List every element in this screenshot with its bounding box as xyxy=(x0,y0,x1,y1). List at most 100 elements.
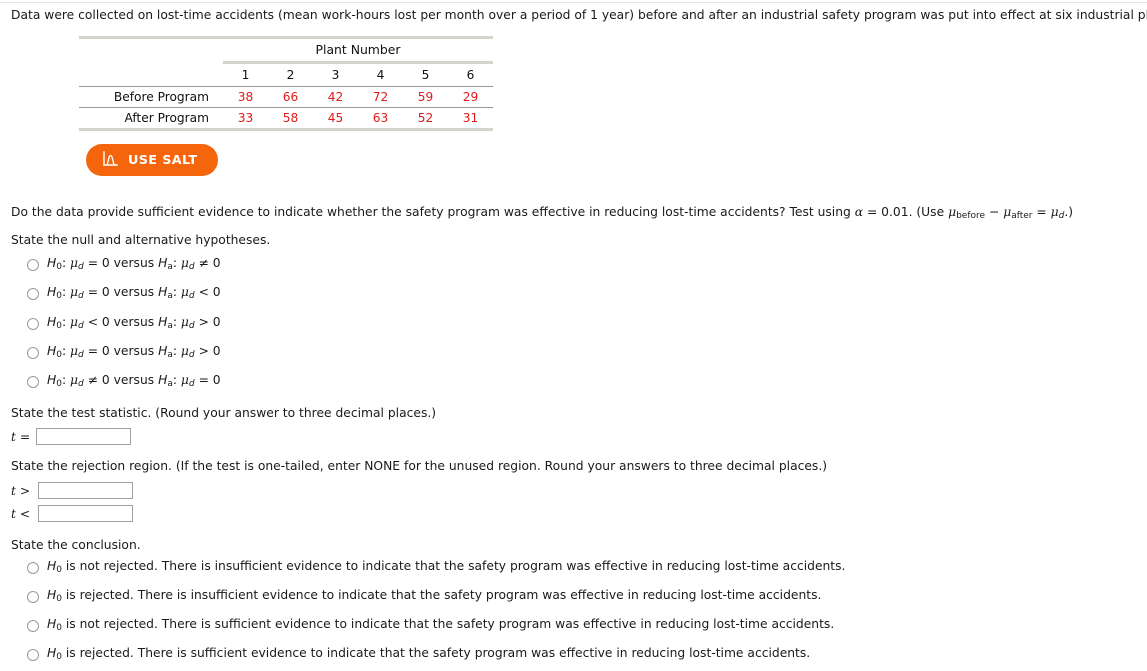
mu-subscript: d xyxy=(188,291,195,301)
test-statistic-answer-row: t = xyxy=(11,428,132,445)
hypothesis-option-4[interactable]: H0: μd = 0 versus Ha: μd > 0 xyxy=(27,344,221,362)
conclusion-option-2[interactable]: H0 is rejected. There is insufficient ev… xyxy=(27,588,821,606)
equals-symbol: = xyxy=(19,429,31,444)
mu-subscript: d xyxy=(188,321,195,331)
row-label-after-program: After Program xyxy=(79,107,223,131)
t-symbol: t xyxy=(11,506,16,521)
column-header-5: 5 xyxy=(421,68,430,82)
minus-symbol: − xyxy=(988,205,1000,219)
conclusion-option-4[interactable]: H0 is rejected. There is sufficient evid… xyxy=(27,646,810,664)
mu-subscript: d xyxy=(78,291,84,301)
cell-after-2: 58 xyxy=(268,107,313,131)
ha-symbol: H xyxy=(158,256,168,270)
mu-subscript: d xyxy=(78,350,84,360)
h0-symbol: H xyxy=(47,617,57,631)
h0-subscript: 0 xyxy=(56,321,62,331)
ha-subscript: a xyxy=(167,291,173,301)
cell-before-6: 29 xyxy=(448,86,493,108)
cell-after-6: 31 xyxy=(448,107,493,131)
hypothesis-option-5[interactable]: H0: μd ≠ 0 versus Ha: μd = 0 xyxy=(27,373,221,391)
h0-symbol: H xyxy=(47,256,57,270)
conclusion-option-3-label: H0 is not rejected. There is sufficient … xyxy=(47,617,834,635)
versus-text: versus xyxy=(113,315,155,329)
h0-relation: = 0 xyxy=(87,285,110,299)
mu-after-subscript: after xyxy=(1011,211,1033,221)
cell-after-1: 33 xyxy=(223,107,268,131)
ha-relation: = 0 xyxy=(198,373,221,387)
h0-symbol: H xyxy=(47,315,57,329)
mu-subscript: d xyxy=(188,350,195,360)
radio-button[interactable] xyxy=(27,346,39,359)
conclusion-option-1[interactable]: H0 is not rejected. There is insufficien… xyxy=(27,559,845,577)
ha-subscript: a xyxy=(167,262,173,272)
hypothesis-option-2[interactable]: H0: μd = 0 versus Ha: μd < 0 xyxy=(27,285,221,303)
hypothesis-option-1[interactable]: H0: μd = 0 versus Ha: μd ≠ 0 xyxy=(27,256,221,274)
mu-subscript: d xyxy=(78,321,84,331)
ha-symbol: H xyxy=(158,344,168,358)
mu-before-subscript: before xyxy=(956,211,986,221)
hypothesis-option-5-label: H0: μd ≠ 0 versus Ha: μd = 0 xyxy=(47,373,221,389)
ha-relation: < 0 xyxy=(198,285,221,299)
page-top-divider xyxy=(0,2,1147,3)
rejection-region-upper-input[interactable] xyxy=(38,482,134,499)
mu-after-symbol: μ xyxy=(1003,205,1012,219)
h0-symbol: H xyxy=(47,588,57,602)
hypotheses-section-label: State the null and alternative hypothese… xyxy=(11,233,271,247)
ha-symbol: H xyxy=(158,315,168,329)
mu-symbol: μ xyxy=(180,315,189,329)
radio-button[interactable] xyxy=(27,619,39,632)
table-row: Before Program 38 66 42 72 59 29 xyxy=(79,86,493,108)
prompt-text-3: .) xyxy=(1064,205,1074,219)
use-salt-button[interactable]: USE SALT xyxy=(86,144,218,176)
equals-operator: = xyxy=(1032,205,1051,219)
radio-button[interactable] xyxy=(27,375,39,388)
h0-symbol: H xyxy=(47,344,57,358)
conclusion-option-3[interactable]: H0 is not rejected. There is sufficient … xyxy=(27,617,834,635)
rejection-region-section-label: State the rejection region. (If the test… xyxy=(11,459,828,473)
rejection-upper-prefix: t > xyxy=(11,484,30,498)
test-statistic-input[interactable] xyxy=(36,428,132,445)
row-label-before-program: Before Program xyxy=(79,86,223,108)
radio-button[interactable] xyxy=(27,317,39,330)
ha-relation: > 0 xyxy=(198,344,221,358)
table-column-header-row: 1 2 3 4 5 6 xyxy=(79,63,493,87)
rejection-lower-prefix: t < xyxy=(11,507,30,521)
h0-symbol: H xyxy=(47,646,57,660)
column-header-spacer xyxy=(79,63,223,87)
ha-relation: > 0 xyxy=(198,315,221,329)
radio-button[interactable] xyxy=(27,258,39,271)
alpha-symbol: α xyxy=(854,205,864,219)
table-group-header-row: Plant Number xyxy=(79,36,493,64)
prompt-text-2: = 0.01. (Use xyxy=(863,205,949,219)
prompt-text-1: Do the data provide sufficient evidence … xyxy=(11,205,855,219)
hypothesis-option-4-label: H0: μd = 0 versus Ha: μd > 0 xyxy=(47,344,221,360)
question-prompt: Do the data provide sufficient evidence … xyxy=(11,205,1073,221)
hypothesis-option-3-label: H0: μd < 0 versus Ha: μd > 0 xyxy=(47,315,221,331)
mu-before-symbol: μ xyxy=(948,205,957,219)
radio-button[interactable] xyxy=(27,287,39,300)
cell-before-3: 42 xyxy=(313,86,358,108)
cell-before-4: 72 xyxy=(358,86,403,108)
radio-button[interactable] xyxy=(27,648,39,661)
cell-before-1: 38 xyxy=(223,86,268,108)
greater-than-symbol: > xyxy=(19,483,31,498)
mu-d-symbol: μ xyxy=(1050,205,1059,219)
conclusion-option-2-label: H0 is rejected. There is insufficient ev… xyxy=(47,588,821,606)
table-row: After Program 33 58 45 63 52 31 xyxy=(79,107,493,131)
rejection-region-lower-input[interactable] xyxy=(38,505,134,522)
ha-symbol: H xyxy=(158,373,168,387)
radio-button[interactable] xyxy=(27,590,39,603)
rejection-region-lower-row: t < xyxy=(11,505,134,522)
hypothesis-option-1-label: H0: μd = 0 versus Ha: μd ≠ 0 xyxy=(47,256,221,272)
h0-subscript: 0 xyxy=(56,291,62,301)
hypothesis-option-3[interactable]: H0: μd < 0 versus Ha: μd > 0 xyxy=(27,315,221,333)
cell-before-5: 59 xyxy=(403,86,448,108)
mu-symbol: μ xyxy=(70,373,79,387)
h0-relation: < 0 xyxy=(87,315,110,329)
radio-button[interactable] xyxy=(27,561,39,574)
hypothesis-option-2-label: H0: μd = 0 versus Ha: μd < 0 xyxy=(47,285,221,301)
data-table-container: Plant Number 1 2 3 4 5 6 Before Program … xyxy=(79,36,493,131)
test-statistic-prefix: t = xyxy=(11,430,30,444)
conclusion-text: is not rejected. There is sufficient evi… xyxy=(61,617,835,631)
mu-subscript: d xyxy=(188,262,195,272)
